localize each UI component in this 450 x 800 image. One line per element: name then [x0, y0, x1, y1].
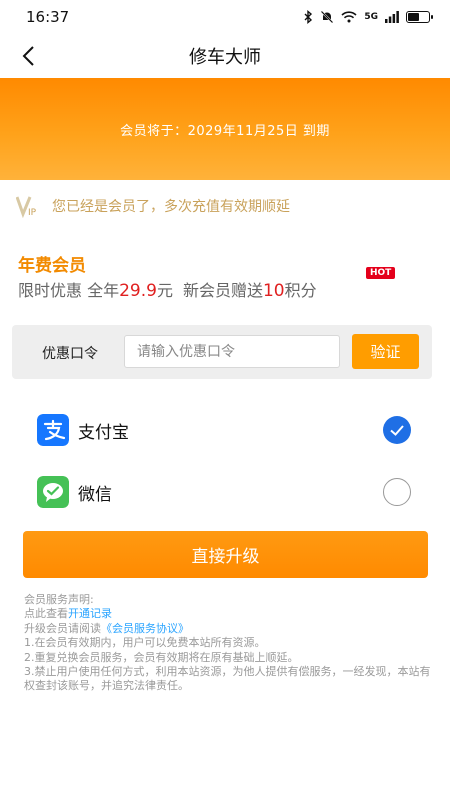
coupon-section: 优惠口令 验证 [12, 325, 432, 379]
nav-bar: 修车大师 [0, 34, 450, 78]
notes-heading: 会员服务声明: [24, 593, 94, 606]
notes-records-line: 点此查看开通记录 [24, 607, 112, 621]
notes-item-1: 1.在会员有效期内，用户可以免费本站所有资源。 [24, 636, 266, 650]
plan-bonus-points: 10 [262, 281, 285, 301]
wifi-icon [341, 11, 357, 23]
hot-badge: HOT [366, 267, 396, 279]
plan-bonus-suffix: 积分 [284, 281, 317, 300]
check-selected-icon[interactable] [383, 416, 411, 444]
service-notes: 会员服务声明: 点此查看开通记录 升级会员请阅读《会员服务协议》 1.在会员有效… [24, 593, 434, 694]
plan-price: 29.9 [119, 281, 157, 301]
notes-item-2: 2.重复兑换会员服务，会员有效期将在原有基础上顺延。 [24, 650, 299, 664]
signal-icon [385, 11, 399, 23]
plan-description: 限时优惠 全年29.9元 新会员赠送10积分 [18, 277, 317, 301]
coupon-input[interactable] [124, 335, 340, 368]
notes-agreement-line: 升级会员请阅读《会员服务协议》 [24, 621, 189, 635]
battery-icon [406, 11, 433, 23]
records-link[interactable]: 开通记录 [68, 607, 112, 620]
expire-text: 会员将于：2029年11月25日 到期 [120, 123, 330, 139]
plan-title: 年费会员 [18, 256, 86, 276]
coupon-label: 优惠口令 [42, 346, 98, 362]
back-button[interactable] [14, 42, 42, 70]
plan-bonus-prefix: 新会员赠送 [182, 281, 263, 300]
network-type: 5G [364, 12, 378, 22]
vip-badge-icon: IP [16, 196, 37, 218]
radio-unselected-icon[interactable] [383, 478, 411, 506]
chevron-left-icon [22, 46, 34, 66]
wechat-icon [37, 476, 69, 508]
alipay-icon [37, 414, 69, 446]
mute-bell-icon [321, 10, 334, 24]
membership-banner: 会员将于：2029年11月25日 到期 [0, 78, 450, 180]
plan-desc-prefix: 限时优惠 全年 [18, 281, 120, 300]
payment-option-alipay[interactable]: 支付宝 [0, 405, 450, 455]
plan-price-unit: 元 [156, 281, 173, 300]
page-title: 修车大师 [189, 47, 261, 68]
svg-text:IP: IP [28, 208, 37, 218]
notes-item-3: 3.禁止用户使用任何方式，利用本站资源，为他人提供有偿服务，一经发现，本站有权查… [24, 665, 431, 693]
payment-option-wechat[interactable]: 微信 [0, 467, 450, 517]
vip-notice: IP 您已经是会员了，多次充值有效期顺延 [16, 192, 290, 220]
status-time: 16:37 [26, 8, 70, 26]
payment-label-wechat: 微信 [78, 484, 112, 505]
upgrade-button[interactable]: 直接升级 [23, 531, 428, 578]
vip-message: 您已经是会员了，多次充值有效期顺延 [52, 199, 290, 215]
payment-label-alipay: 支付宝 [78, 422, 129, 443]
bluetooth-icon [304, 10, 313, 24]
status-icons: 5G [303, 10, 433, 24]
status-bar: 16:37 5G [0, 0, 450, 34]
agreement-link[interactable]: 《会员服务协议》 [101, 622, 189, 635]
verify-button[interactable]: 验证 [352, 334, 419, 369]
